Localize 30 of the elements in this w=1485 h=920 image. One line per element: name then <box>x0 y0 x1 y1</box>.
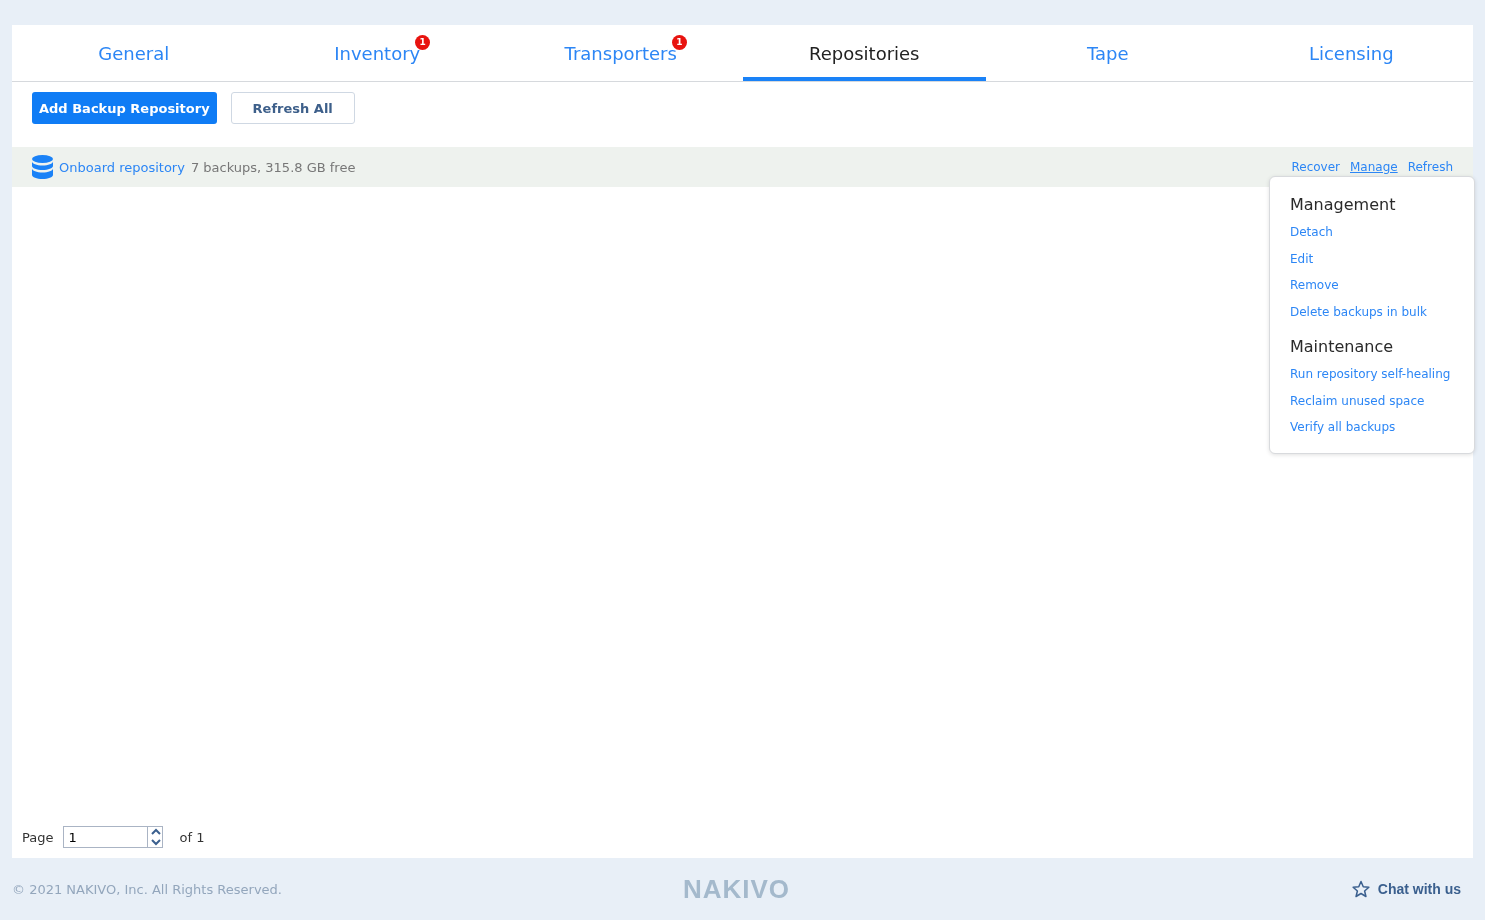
action-link[interactable]: Manage <box>1350 160 1398 174</box>
copyright-text: © 2021 NAKIVO, Inc. All Rights Reserved. <box>12 881 283 897</box>
add-repository-button[interactable]: Add Backup Repository <box>32 92 217 124</box>
database-icon <box>32 155 53 179</box>
menu-item[interactable]: Delete backups in bulk <box>1290 298 1427 325</box>
tab[interactable]: Licensing <box>1229 25 1473 81</box>
page-label: Page <box>22 829 54 845</box>
page-number-field[interactable]: 1 <box>63 826 148 848</box>
menu-item[interactable]: Verify all backups <box>1290 414 1396 441</box>
tab[interactable]: Repositories <box>742 25 986 81</box>
logo: NAKIVO <box>681 873 792 905</box>
tab[interactable]: General <box>12 25 256 81</box>
menu-item[interactable]: Reclaim unused space <box>1290 387 1425 414</box>
action-link[interactable]: Recover <box>1291 160 1340 174</box>
menu-section-title: Maintenance <box>1290 337 1395 356</box>
chat-link[interactable]: Chat with us <box>978 880 1461 898</box>
page-total: of 1 <box>179 829 205 845</box>
notification-badge: 1 <box>671 34 687 50</box>
menu-item[interactable]: Detach <box>1290 219 1333 246</box>
repository-name-link[interactable]: Onboard repository <box>59 159 185 175</box>
refresh-all-button[interactable]: Refresh All <box>230 92 355 124</box>
repository-details: 7 backups, 315.8 GB free <box>190 159 357 175</box>
tab[interactable]: Tape <box>986 25 1230 81</box>
star-icon <box>1351 880 1370 898</box>
menu-item[interactable]: Edit <box>1290 245 1314 272</box>
menu-item[interactable]: Remove <box>1290 272 1339 299</box>
notification-badge: 1 <box>415 34 431 50</box>
menu-item[interactable]: Run repository self-healing <box>1290 361 1451 388</box>
menu-section-title: Management <box>1290 195 1397 214</box>
action-link[interactable]: Refresh <box>1407 160 1453 174</box>
